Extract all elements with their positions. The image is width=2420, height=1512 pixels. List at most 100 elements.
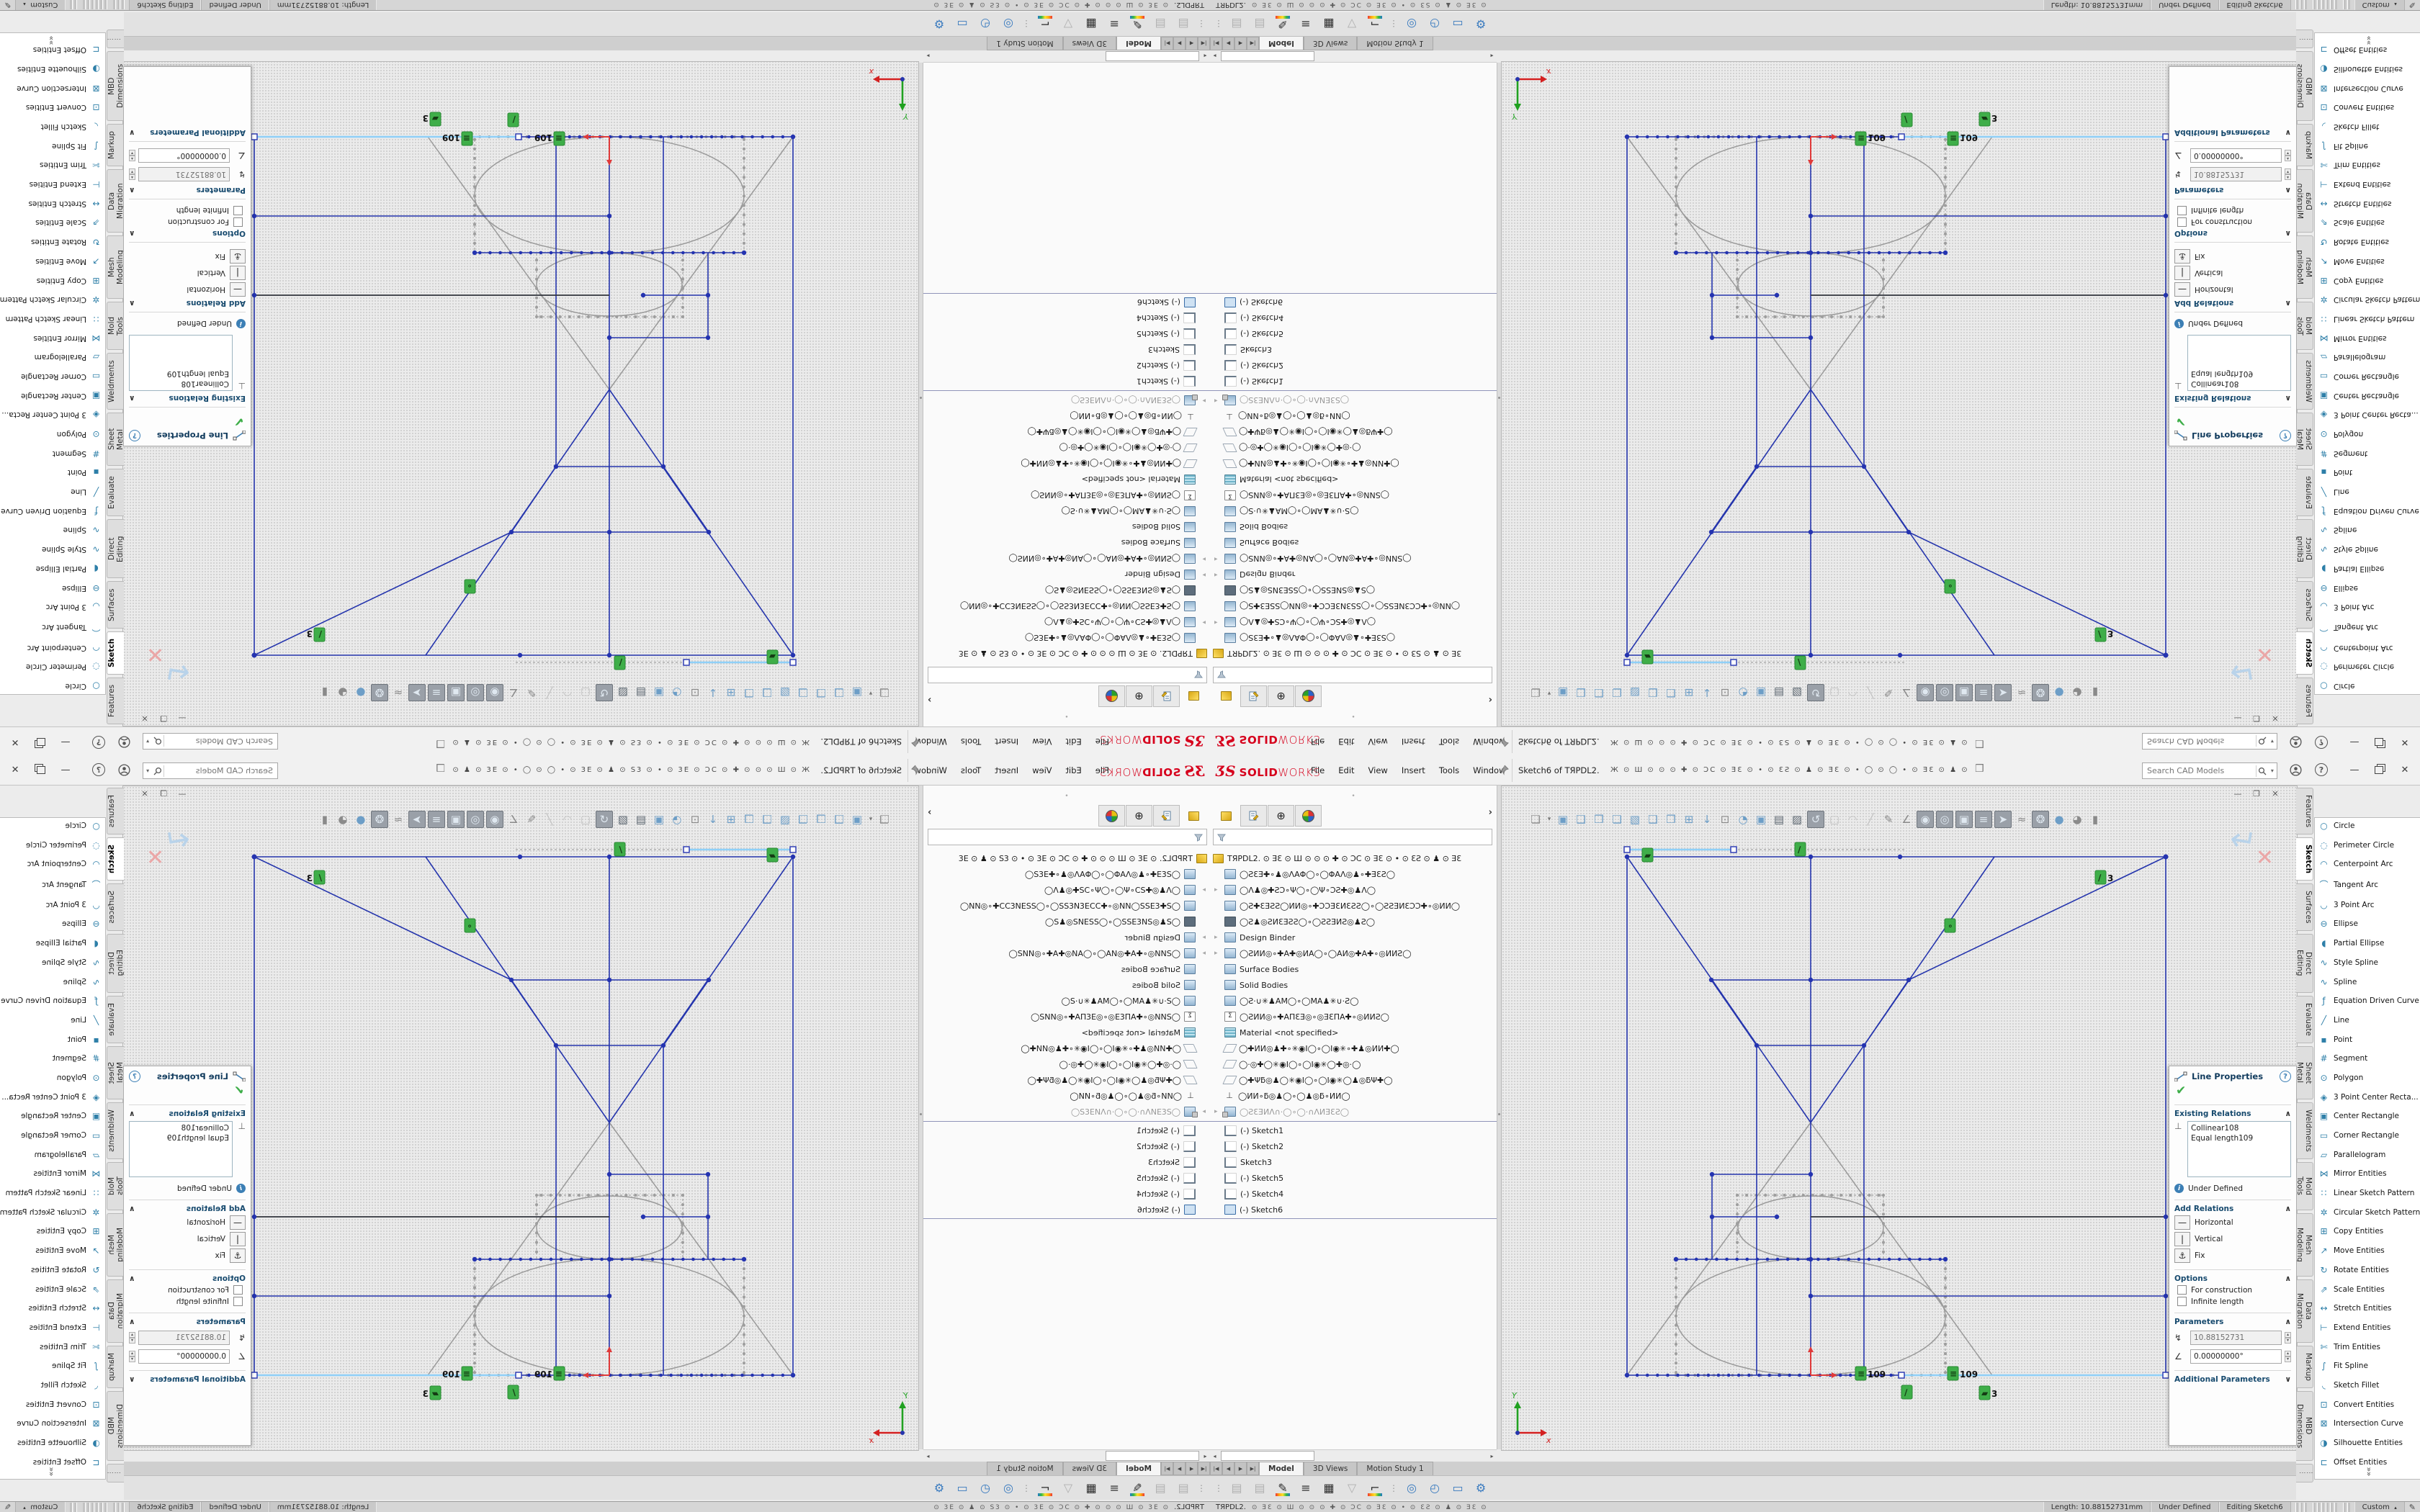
settings-gear-icon[interactable]: ⚙ [931,16,948,33]
tab-motion-study-1[interactable]: Motion Study 1 [987,1462,1062,1475]
tab-model[interactable]: Model [1259,37,1304,50]
tool-copy-entities[interactable]: ⊞Copy Entities [0,276,102,286]
search-icon[interactable] [152,765,164,777]
tool-ellipse[interactable]: ⊖Ellipse [0,919,102,929]
collapse-icon[interactable]: ∧ [129,394,135,402]
tree-row-design-binder[interactable]: ▸Design Binder [1210,567,1497,582]
tool-ellipse[interactable]: ⊖Ellipse [2318,583,2420,593]
tree-row-sketch3[interactable]: Sketch3 [1210,342,1497,358]
tool-extend-entities[interactable]: ⊢Extend Entities [2318,179,2420,189]
menu-insert[interactable]: Insert [995,765,1018,775]
add-fix-button[interactable]: ⚓Fix [2174,249,2291,264]
close-button[interactable]: ✕ [2396,734,2414,750]
user-account-icon[interactable] [2286,734,2305,750]
tab-data-migration[interactable]: Data Migration [2296,1279,2313,1343]
relation-badge-equal109[interactable]: ≡109 [442,1367,472,1380]
tool-scale-entities[interactable]: ⇗Scale Entities [2318,218,2420,228]
tab-configurationmanager[interactable]: ⊕ [1126,685,1152,707]
tool-3-point-center-rectangle[interactable]: ◈3 Point Center Recta... [2318,410,2420,420]
close-button[interactable]: ✕ [6,734,24,750]
tab-model[interactable]: Model [1116,1462,1161,1475]
tree-row-annotations-a[interactable]: ▸◯ƧИИ◎∘✚A✚◎ИA◯∘◯AИ◎✚A✚∘◎ИИƧ◯ [923,551,1210,567]
relation-badge-parallel[interactable]: ∕ [614,656,625,670]
tool-point[interactable]: ▪Point [0,1035,102,1045]
tree-row-origin[interactable]: ⊥◯ИИ∘ƃ◎♟◯∘◯♟◎ƃ∘ИИ◯ [1210,1088,1497,1104]
checkbox[interactable] [233,1285,243,1295]
tool-equation-driven-curve[interactable]: ƒEquation Driven Curve [2318,506,2420,516]
tool-parallelogram[interactable]: ▱Parallelogram [2318,352,2420,362]
angle-field[interactable]: 0.00000000° [2190,1349,2282,1364]
status-edit-icon[interactable]: ✎ [2409,1503,2416,1512]
tab-overflow[interactable]: ⋮ ⋮ [107,30,124,48]
tab-model[interactable]: Model [1259,1462,1304,1475]
color-corner-icon[interactable]: ⌐ [1366,16,1384,33]
expand-icon[interactable]: ∨ [129,1375,135,1384]
tree-row-surface-bodies[interactable]: Surface Bodies [923,535,1210,551]
tree-row-root[interactable]: TЯPDL2. ⊙ ƎƐ ⊙ Ш ⊙ ⊙ ⊙ ✚ ⊙ ƆC ⊙ ƎƐ ⊙ • ⊙… [1210,646,1497,662]
tree-filter-input[interactable] [1227,670,1492,680]
tool-parallelogram[interactable]: ▱Parallelogram [0,352,102,362]
tool-line[interactable]: ╱Line [0,1015,102,1025]
tree-row-sketch2[interactable]: (-) Sketch2 [923,358,1210,374]
tool-style-spline[interactable]: ∿Style Spline [2318,544,2420,554]
tool-line[interactable]: ╱Line [0,487,102,497]
add-relations-header[interactable]: Add Relations∧ [2174,1200,2291,1213]
unit-system-dropdown[interactable]: Custom ▴ [2354,0,2405,10]
graphics-area[interactable]: — ❐ ✕ ❏ ▾ ▣ ❑ ❒ ❏ ▧ ❑ ❒ ⊞ ↓ ⊡ ◔ ▣ ▤ ▨ [122,61,919,726]
prev-tab-button[interactable]: ◀ [1186,1462,1198,1475]
tree-row-camera[interactable]: ◯Ƨ♟◎ƧИƐƎƧƧ◯∘◯ƧƧƎИƧ◎♟Ƨ◯ [1210,582,1497,598]
accept-check-icon[interactable]: ✔ [2176,414,2291,428]
checkbox[interactable] [2177,206,2187,215]
last-tab-button[interactable]: ▶| [1161,1462,1173,1475]
tool-segment[interactable]: #Segment [0,449,102,459]
tool-3-point-center-rectangle[interactable]: ◈3 Point Center Recta... [0,410,102,420]
tab-markup[interactable]: Markup [107,124,124,166]
tool-parallelogram[interactable]: ▱Parallelogram [0,1150,102,1160]
restore-button[interactable] [2370,762,2388,778]
checkbox[interactable] [233,1297,243,1306]
panel-help-icon[interactable]: ? [129,1071,140,1082]
graphics-area[interactable]: — ❐ ✕ ❏ ▾ ▣ ❑ ❒ ❏ ▧ ❑ ❒ ⊞ ↓ ⊡ ◔ ▣ ▤ ▨ [1501,786,2298,1451]
spinner[interactable]: ▴▾ [129,1332,135,1344]
spinner[interactable]: ▴▾ [2285,150,2291,161]
tool-3-point-arc[interactable]: ◡3 Point Arc [0,900,102,910]
pin-menu-icon[interactable] [910,764,922,775]
tree-filter-input[interactable] [1227,832,1492,842]
tree-row-scene[interactable]: ◯Ƨ·∪✳♟AM◯∘◯MA♟✳∪·Ƨ◯ [923,503,1210,519]
tab-weldments[interactable]: Weldments [107,353,124,410]
menu-view[interactable]: View [1032,737,1052,747]
tab-dimxpertmanager[interactable] [1098,805,1125,827]
checkbox[interactable] [233,217,243,227]
checkbox[interactable] [2177,1297,2187,1306]
tab-mold-tools[interactable]: Mold Tools [2296,1162,2313,1210]
tool-scale-entities[interactable]: ⇗Scale Entities [0,218,102,228]
tool-trim-entities[interactable]: ✄Trim Entities [2318,160,2420,170]
pages-icon[interactable]: ▤ [1228,16,1245,33]
existing-relations-header[interactable]: Existing Relations∧ [129,1104,246,1118]
spinner[interactable]: ▴▾ [2285,1332,2291,1344]
tool-tangent-arc[interactable]: ⌒Tangent Arc [2318,621,2420,634]
close-button[interactable]: ✕ [6,762,24,778]
infinite-length-option[interactable]: Infinite length [2174,1297,2291,1306]
tree-row-annotations-a[interactable]: ▸◯ƧИИ◎∘✚A✚◎ИA◯∘◯AИ◎✚A✚∘◎ИИƧ◯ [1210,945,1497,961]
settings-gear-icon[interactable]: ⚙ [1472,1480,1489,1497]
tool-trim-entities[interactable]: ✄Trim Entities [2318,1342,2420,1352]
tab-evaluate[interactable]: Evaluate [107,996,124,1043]
schedule-check-icon[interactable]: ◴ [977,16,994,33]
schedule-check-icon[interactable]: ◴ [1426,16,1443,33]
tab-overflow[interactable]: ⋮ ⋮ [2296,30,2313,48]
tool-partial-ellipse[interactable]: ◖Partial Ellipse [2318,938,2420,948]
additional-parameters-header[interactable]: Additional Parameters∨ [129,128,246,142]
angle-field[interactable]: 0.00000000° [138,1349,230,1364]
tool-perimeter-circle[interactable]: ◌Perimeter Circle [0,662,102,672]
tool-sketch-fillet[interactable]: ◟Sketch Fillet [2318,122,2420,132]
tab-sheet-metal[interactable]: Sheet Metal [2296,413,2313,466]
tool-style-spline[interactable]: ∿Style Spline [0,958,102,968]
menu-file[interactable]: File [1311,765,1325,775]
scroll-left-icon[interactable]: ◂ [1201,1453,1210,1459]
tree-horizontal-scrollbar[interactable]: ◂ ▸ [1210,50,1497,63]
tool-copy-entities[interactable]: ⊞Copy Entities [2318,1226,2420,1236]
tool-3-point-arc[interactable]: ◡3 Point Arc [2318,602,2420,612]
tool-spline[interactable]: ∿Spline [2318,526,2420,536]
relation-badge-dot[interactable]: ∘ [465,580,475,593]
